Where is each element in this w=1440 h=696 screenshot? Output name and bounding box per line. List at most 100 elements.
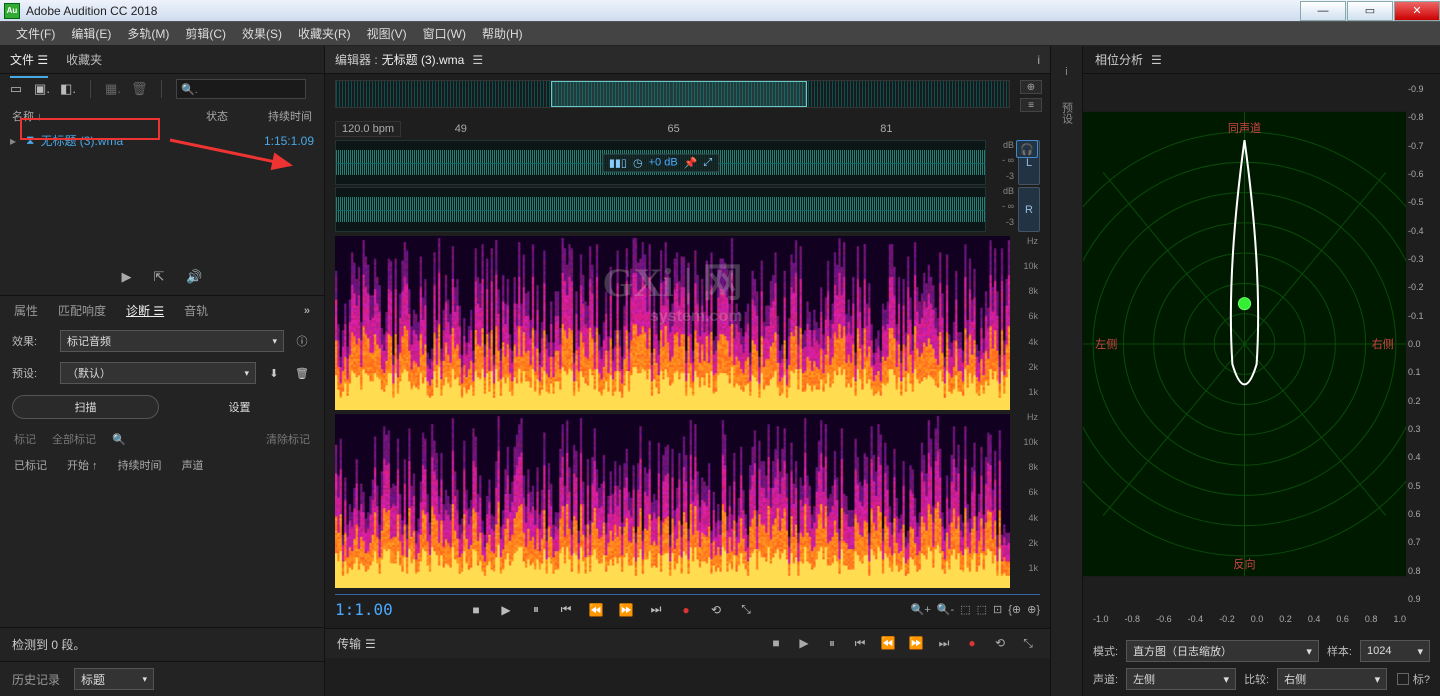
- bottom-play[interactable]: ▶: [794, 636, 814, 651]
- loop-icon[interactable]: ⇱: [153, 269, 164, 285]
- spectrogram-left[interactable]: GXi | 网system.com: [335, 236, 1010, 410]
- phase-title[interactable]: 相位分析: [1095, 51, 1143, 68]
- transport-label[interactable]: 传输: [337, 635, 361, 652]
- tab-properties[interactable]: 属性: [14, 302, 38, 319]
- col-duration[interactable]: 持续时间: [242, 108, 312, 124]
- menu-clip[interactable]: 剪辑(C): [177, 22, 234, 45]
- preset-dropdown[interactable]: （默认）▾: [60, 362, 256, 384]
- editor-info-icon[interactable]: i: [1037, 53, 1040, 67]
- more-tabs[interactable]: »: [304, 305, 310, 317]
- bottom-skip-end[interactable]: ⏭: [934, 636, 954, 651]
- zoom-fit-h-icon[interactable]: ⬚: [960, 603, 970, 616]
- samples-dropdown[interactable]: 1024▾: [1360, 640, 1430, 662]
- maximize-button[interactable]: ▭: [1347, 1, 1393, 21]
- skip-start-button[interactable]: ⏮: [555, 602, 577, 617]
- zoom-sel-icon[interactable]: ⊡: [993, 603, 1002, 616]
- play-button[interactable]: ▶: [495, 603, 517, 617]
- mark-search-icon[interactable]: 🔍: [112, 433, 126, 446]
- col-name[interactable]: 名称: [12, 111, 34, 123]
- tab-favorites[interactable]: 收藏夹: [66, 47, 102, 72]
- zoom-out-icon[interactable]: 🔍-: [937, 603, 954, 616]
- search-input[interactable]: 🔍.: [176, 79, 306, 99]
- menu-view[interactable]: 视图(V): [359, 22, 415, 45]
- channel-right[interactable]: R: [1018, 187, 1040, 232]
- overview-waveform[interactable]: [335, 80, 1010, 108]
- audio-icon[interactable]: 🔊: [186, 269, 202, 285]
- menu-help[interactable]: 帮助(H): [474, 22, 531, 45]
- scan-button[interactable]: 扫描: [12, 395, 159, 419]
- compare-dropdown[interactable]: 右侧▾: [1277, 668, 1387, 690]
- forward-button[interactable]: ⏩: [615, 603, 637, 617]
- timeline-ruler[interactable]: 120.0 bpm 49 65 81: [335, 120, 1000, 138]
- list-tool-icon[interactable]: ≡: [1020, 98, 1042, 112]
- new-icon[interactable]: ◧.: [60, 81, 76, 97]
- bottom-loop[interactable]: ⟲: [990, 636, 1010, 651]
- zoom-in-sel-icon[interactable]: {⊕: [1008, 603, 1021, 616]
- tab-tracks[interactable]: 音轨: [184, 302, 208, 319]
- editor-menu-icon[interactable]: ☰: [472, 53, 483, 67]
- side-preset[interactable]: 预设: [1059, 102, 1075, 124]
- grid-icon[interactable]: ▦.: [105, 81, 121, 97]
- rewind-button[interactable]: ⏪: [585, 603, 607, 617]
- delete-preset-icon[interactable]: 🗑: [292, 363, 312, 383]
- menu-file[interactable]: 文件(F): [8, 22, 63, 45]
- headphone-icon[interactable]: 🎧: [1016, 140, 1038, 158]
- mark-all-option[interactable]: 全部标记: [52, 431, 96, 447]
- skip-end-button[interactable]: ⏭: [645, 602, 667, 617]
- expand-icon[interactable]: ▸: [10, 134, 16, 148]
- menu-effects[interactable]: 效果(S): [234, 22, 290, 45]
- loop-button[interactable]: ⟲: [705, 603, 727, 617]
- bottom-stop[interactable]: ■: [766, 636, 786, 651]
- menu-window[interactable]: 窗口(W): [415, 22, 474, 45]
- bottom-pause[interactable]: ⏸: [822, 636, 842, 651]
- close-button[interactable]: ✕: [1394, 1, 1440, 21]
- timecode[interactable]: 1:1.00: [335, 600, 425, 619]
- bottom-forward[interactable]: ⏩: [906, 636, 926, 651]
- history-dropdown[interactable]: 标题▾: [74, 668, 154, 690]
- tab-loudness[interactable]: 匹配响度: [58, 302, 106, 319]
- col-status[interactable]: 状态: [192, 108, 242, 124]
- menu-favorites[interactable]: 收藏夹(R): [290, 22, 359, 45]
- phase-menu-icon[interactable]: ☰: [1151, 53, 1162, 67]
- spectrogram-right[interactable]: [335, 414, 1010, 588]
- zoom-out-sel-icon[interactable]: ⊕}: [1027, 603, 1040, 616]
- stop-button[interactable]: ■: [465, 603, 487, 617]
- menu-edit[interactable]: 编辑(E): [63, 22, 119, 45]
- import-icon[interactable]: ▣.: [34, 81, 50, 97]
- zoom-fit-v-icon[interactable]: ⬚: [977, 603, 987, 616]
- record-button[interactable]: ●: [675, 603, 697, 617]
- tab-diagnostics[interactable]: 诊断 ☰: [126, 302, 164, 319]
- waveform-left[interactable]: ▮▮▯ ◷ +0 dB 📌 ⤢: [335, 140, 986, 185]
- trash-icon[interactable]: 🗑: [131, 81, 147, 97]
- minimize-button[interactable]: —: [1300, 1, 1346, 21]
- history-label[interactable]: 历史记录: [12, 671, 60, 688]
- settings-button[interactable]: 设置: [167, 395, 312, 419]
- mark-option[interactable]: 标记: [14, 431, 36, 447]
- mode-dropdown[interactable]: 直方图（日志缩放）▾: [1126, 640, 1319, 662]
- save-preset-icon[interactable]: ⬇: [264, 363, 284, 383]
- transport-menu-icon[interactable]: ☰: [365, 637, 376, 651]
- bottom-skip-start[interactable]: ⏮: [850, 636, 870, 651]
- overview-selection[interactable]: [551, 81, 807, 107]
- bottom-rewind[interactable]: ⏪: [878, 636, 898, 651]
- bottom-skip[interactable]: ⤡: [1018, 636, 1038, 651]
- skip-selection-button[interactable]: ⤡: [735, 602, 757, 617]
- open-icon[interactable]: ▭: [8, 81, 24, 97]
- waveform-right[interactable]: [335, 187, 986, 232]
- play-icon[interactable]: ▶: [121, 269, 131, 285]
- tab-files[interactable]: 文件 ☰: [10, 47, 48, 72]
- side-info-icon[interactable]: i: [1065, 66, 1067, 78]
- phase-chart[interactable]: 同声道 反向 左侧 右侧: [1083, 74, 1406, 614]
- info-icon[interactable]: ⓘ: [292, 331, 312, 351]
- zoom-in-icon[interactable]: 🔍+: [911, 603, 931, 616]
- clear-marks[interactable]: 清除标记: [266, 431, 310, 447]
- bpm-display[interactable]: 120.0 bpm: [335, 121, 401, 137]
- menu-multitrack[interactable]: 多轨(M): [119, 22, 177, 45]
- mark-checkbox[interactable]: 标?: [1397, 671, 1430, 687]
- effect-dropdown[interactable]: 标记音频▾: [60, 330, 284, 352]
- zoom-tool-icon[interactable]: ⊕: [1020, 80, 1042, 94]
- file-row[interactable]: ▸ ⧗ 无标题 (3).wma 1:15:1.09: [0, 128, 324, 153]
- bottom-record[interactable]: ●: [962, 636, 982, 651]
- pause-button[interactable]: ⏸: [525, 602, 547, 617]
- channel-dropdown[interactable]: 左侧▾: [1126, 668, 1236, 690]
